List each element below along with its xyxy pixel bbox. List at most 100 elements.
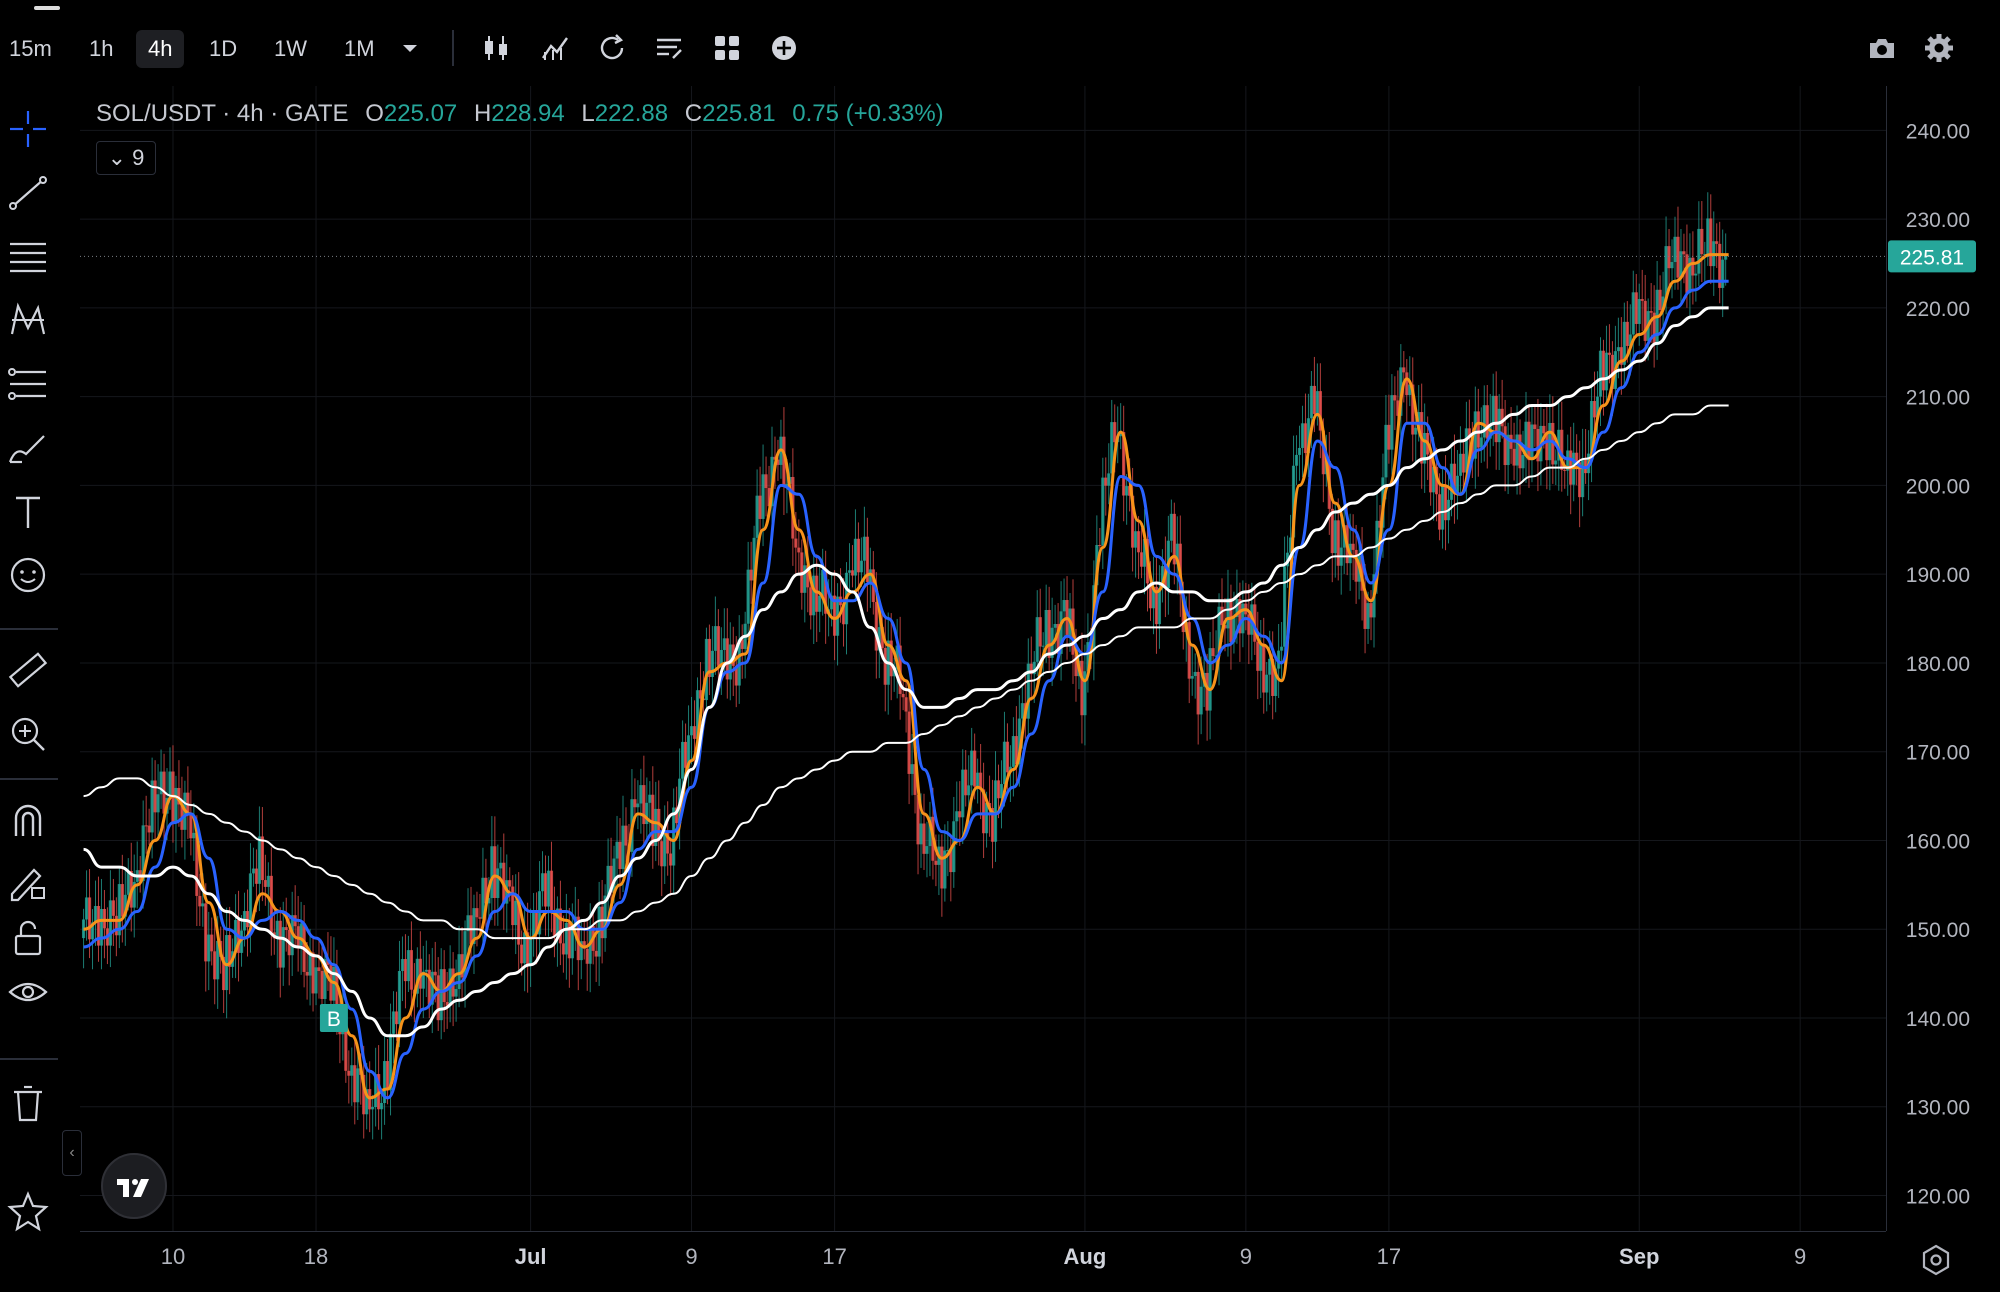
candle-body <box>1554 460 1558 465</box>
candle-body <box>1315 391 1319 414</box>
candle-body <box>993 780 998 842</box>
candle-body <box>1664 246 1668 297</box>
candle-body <box>1634 292 1638 324</box>
candle-body <box>621 825 625 869</box>
candle-body <box>722 638 726 650</box>
candle-body <box>996 780 1001 799</box>
candle-body <box>1220 606 1224 626</box>
candle-body <box>1494 395 1498 443</box>
candle-body <box>409 950 413 990</box>
candle-body <box>1297 447 1302 455</box>
candle-body <box>1715 241 1719 244</box>
candle-body <box>1598 350 1603 397</box>
candle-body <box>1497 408 1501 443</box>
candle-body <box>1512 448 1516 466</box>
candle-body <box>1631 292 1635 335</box>
candle-body <box>853 538 858 576</box>
candle-body <box>353 1065 357 1103</box>
y-tick-label: 150.00 <box>1906 919 1970 942</box>
candle-body <box>84 897 89 920</box>
candle-body <box>168 771 172 798</box>
candle-body <box>1521 455 1525 469</box>
axis-settings-icon[interactable] <box>1918 1242 1954 1278</box>
candle-body <box>1405 372 1409 396</box>
symbol-title[interactable]: SOL/USDT · 4h · GATE <box>96 100 349 127</box>
candle-body <box>281 927 285 968</box>
candle-body <box>1694 273 1698 276</box>
candle-body <box>257 836 262 884</box>
x-tick-label: 18 <box>304 1244 328 1269</box>
candle-body <box>1563 469 1567 471</box>
candle-body <box>1044 609 1048 646</box>
candle-body <box>475 908 479 918</box>
candle-body <box>394 1011 399 1025</box>
y-tick-label: 200.00 <box>1906 475 1970 498</box>
candle-body <box>347 1070 351 1076</box>
ma-slow-line <box>83 306 1729 1038</box>
candle-body <box>922 823 926 854</box>
candle-body <box>1294 454 1299 466</box>
candle-body <box>305 971 309 976</box>
candle-body <box>1047 609 1051 658</box>
candle-body <box>1107 473 1111 486</box>
candle-body <box>1369 603 1373 618</box>
y-tick-label: 220.00 <box>1906 298 1970 321</box>
candle-body <box>716 626 720 666</box>
candle-body <box>1199 686 1203 715</box>
candle-body <box>1682 251 1686 255</box>
candle-body <box>1440 485 1445 530</box>
candle-body <box>672 807 676 866</box>
candle-body <box>1196 671 1200 715</box>
x-tick-label: 9 <box>1240 1244 1252 1269</box>
y-tick-label: 210.00 <box>1906 387 1970 410</box>
candle-body <box>496 868 500 898</box>
candle-body <box>1157 587 1162 625</box>
candle-body <box>919 823 923 845</box>
candle-body <box>749 569 753 581</box>
candle-body <box>1601 350 1606 391</box>
candle-body <box>546 870 551 907</box>
candle-body <box>680 741 685 779</box>
candle-body <box>1038 617 1042 647</box>
candle-body <box>1098 544 1102 546</box>
price-axis-border <box>1886 86 1887 1231</box>
candle-body <box>1709 218 1713 267</box>
price-chart[interactable]: 225.81 240.00 230.00 220.00 210.00 200.00 190… <box>0 0 2000 1292</box>
candle-body <box>1226 598 1230 629</box>
candle-body <box>1309 385 1314 419</box>
candle-body <box>436 975 440 1021</box>
candle-body <box>1300 423 1305 448</box>
candle-body <box>1101 477 1105 546</box>
candle-body <box>1139 552 1144 567</box>
candle-body <box>797 547 801 553</box>
ohlc-open-value: 225.07 <box>383 100 458 127</box>
candle-body <box>1312 385 1316 414</box>
candle-body <box>114 915 118 936</box>
y-tick-label: 170.00 <box>1906 742 1970 765</box>
candle-body <box>1476 411 1480 448</box>
candle-body <box>1041 645 1045 647</box>
y-tick-label: 180.00 <box>1906 653 1970 676</box>
tradingview-logo[interactable] <box>101 1153 167 1219</box>
x-tick-label: 17 <box>822 1244 846 1269</box>
candle-body <box>350 1065 354 1076</box>
candle-body <box>379 1103 384 1110</box>
candle-body <box>669 853 673 866</box>
candle-body <box>1053 623 1057 628</box>
candle-body <box>150 780 154 833</box>
candle-body <box>1282 566 1287 647</box>
candle-body <box>847 570 852 573</box>
candle-body <box>543 873 548 907</box>
candle-body <box>1485 405 1489 439</box>
indicators-collapse-button[interactable]: ⌄ 9 <box>96 141 156 175</box>
tv-logo-icon <box>117 1179 149 1197</box>
candle-body <box>758 495 762 519</box>
candle-body <box>1592 401 1597 418</box>
candle-body <box>1637 299 1641 324</box>
candle-body <box>633 799 637 808</box>
candle-body <box>520 944 524 964</box>
candle-body <box>1011 736 1015 767</box>
candle-body <box>1685 254 1689 293</box>
candle-body <box>371 1106 375 1110</box>
candle-body <box>174 787 178 823</box>
